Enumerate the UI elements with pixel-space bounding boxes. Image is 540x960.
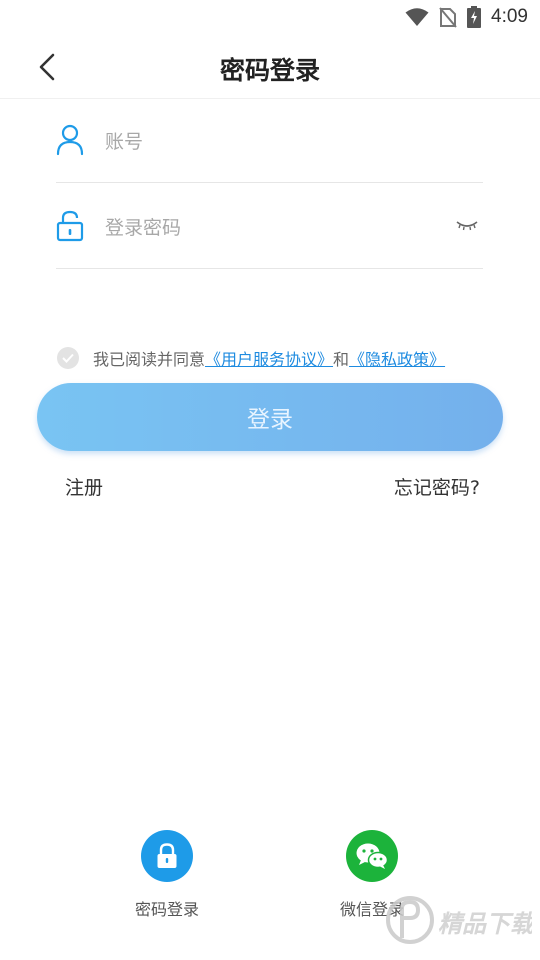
lock-icon xyxy=(157,843,177,868)
privacy-policy-link[interactable]: 《隐私政策》 xyxy=(349,346,445,370)
register-link[interactable]: 注册 xyxy=(65,473,103,500)
password-field-row xyxy=(56,186,483,269)
agreement-row: 我已阅读并同意 《用户服务协议》 和 《隐私政策》 xyxy=(57,345,445,371)
lock-open-icon xyxy=(56,210,84,242)
battery-charging-icon xyxy=(467,6,482,28)
user-icon xyxy=(56,124,84,156)
status-icons: 4:09 xyxy=(405,6,528,28)
svg-text:精品下载: 精品下载 xyxy=(438,910,532,938)
account-input[interactable] xyxy=(105,122,435,162)
no-sim-icon xyxy=(439,7,457,28)
account-field-row xyxy=(56,100,483,183)
status-bar: 4:09 xyxy=(0,0,540,36)
password-input[interactable] xyxy=(105,208,435,248)
status-time: 4:09 xyxy=(491,6,528,27)
login-button[interactable]: 登录 xyxy=(37,383,503,451)
app-bar: 密码登录 xyxy=(0,36,540,99)
page-title: 密码登录 xyxy=(219,56,320,85)
wechat-icon xyxy=(356,843,389,869)
check-icon xyxy=(62,353,74,363)
agreement-and: 和 xyxy=(333,350,350,369)
user-agreement-link[interactable]: 《用户服务协议》 xyxy=(205,346,333,370)
agreement-text: 我已阅读并同意 xyxy=(93,350,206,369)
password-login-button[interactable] xyxy=(141,830,193,882)
password-login-label: 密码登录 xyxy=(134,900,199,919)
watermark-logo: 精品下载 xyxy=(386,896,532,944)
wechat-login-button[interactable] xyxy=(346,830,398,882)
password-login-option[interactable]: 密码登录 xyxy=(107,830,227,920)
forgot-password-link[interactable]: 忘记密码? xyxy=(394,473,480,500)
agreement-checkbox[interactable] xyxy=(57,347,79,369)
eye-closed-icon xyxy=(456,221,478,231)
password-visibility-toggle[interactable] xyxy=(455,216,479,236)
wifi-icon xyxy=(405,8,429,26)
